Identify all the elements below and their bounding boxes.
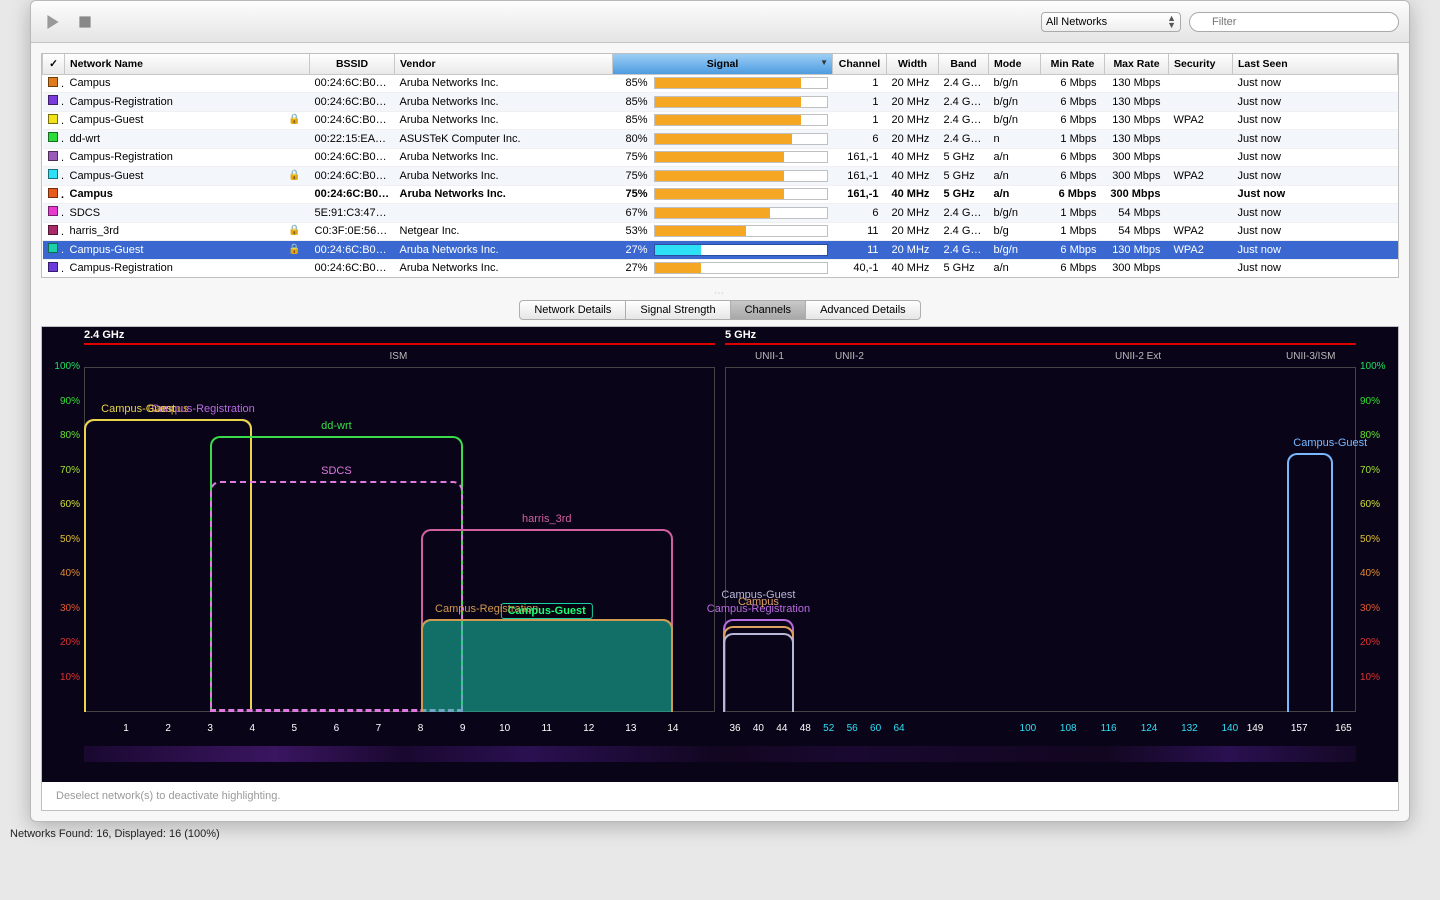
col-header[interactable]: Band <box>939 54 989 74</box>
band-label-24: 2.4 GHz <box>84 329 124 341</box>
lock-icon: 🔒 <box>288 244 300 255</box>
detail-tabs: Network DetailsSignal StrengthChannelsAd… <box>31 300 1409 320</box>
table-row[interactable]: ✓harris_3rd🔒C0:3F:0E:56…Netgear Inc.53%1… <box>43 222 1398 241</box>
table-row[interactable]: ✓Campus-Registration00:24:6C:B0…Aruba Ne… <box>43 93 1398 112</box>
network-table: ✓Network NameBSSIDVendorSignalChannelWid… <box>41 53 1399 278</box>
col-header[interactable]: ✓ <box>43 54 65 74</box>
network-scope-label: All Networks <box>1046 16 1107 28</box>
col-header[interactable]: Network Name <box>65 54 310 74</box>
col-header[interactable]: Last Seen <box>1233 54 1398 74</box>
table-row[interactable]: ✓Campus-Guest🔒00:24:6C:B0…Aruba Networks… <box>43 241 1398 260</box>
col-header[interactable]: Signal <box>613 54 833 74</box>
col-header[interactable]: Security <box>1169 54 1233 74</box>
status-bar: Networks Found: 16, Displayed: 16 (100%) <box>0 822 1440 846</box>
table-row[interactable]: ✓Campus-Registration00:24:6C:B0…Aruba Ne… <box>43 148 1398 167</box>
table-row[interactable]: ✓Campus-Guest🔒00:24:6C:B0…Aruba Networks… <box>43 111 1398 130</box>
plot-5ghz <box>725 367 1356 712</box>
updown-icon: ▲▼ <box>1167 15 1176 29</box>
lock-icon: 🔒 <box>288 170 300 181</box>
col-header[interactable]: Vendor <box>395 54 613 74</box>
col-header[interactable]: Min Rate <box>1041 54 1105 74</box>
table-row[interactable]: ✓Campus-Guest🔒00:24:6C:B0…Aruba Networks… <box>43 167 1398 186</box>
tab-network-details[interactable]: Network Details <box>519 300 626 320</box>
toolbar: All Networks ▲▼ 🔍 <box>31 1 1409 43</box>
tab-advanced-details[interactable]: Advanced Details <box>806 300 921 320</box>
channel-chart-wrap: 2.4 GHz5 GHzISMUNII-1UNII-2UNII-2 ExtUNI… <box>41 326 1399 811</box>
hump-label: Campus-Guest <box>721 589 795 601</box>
col-header[interactable]: Width <box>887 54 939 74</box>
stop-button[interactable] <box>73 10 97 34</box>
hump-label: SDCS <box>321 465 352 477</box>
hump-label: Campus-Guest <box>1293 437 1367 449</box>
hump-label: dd-wrt <box>321 420 352 432</box>
splitter-handle[interactable]: ⋯ <box>31 288 1409 298</box>
hump-label: harris_3rd <box>522 513 572 525</box>
table-row[interactable]: ✓Campus00:24:6C:B0…Aruba Networks Inc.75… <box>43 185 1398 204</box>
col-header[interactable]: Channel <box>833 54 887 74</box>
col-header[interactable]: BSSID <box>310 54 395 74</box>
spectrum-bar <box>84 746 1356 762</box>
lock-icon: 🔒 <box>288 114 300 125</box>
table-row[interactable]: ✓Campus00:24:6C:B0…Aruba Networks Inc.85… <box>43 74 1398 93</box>
table-row[interactable]: ✓SDCS5E:91:C3:47…67%620 MHz2.4 GHzb/g/n1… <box>43 204 1398 223</box>
channel-hump <box>1287 453 1333 712</box>
filter-input[interactable] <box>1189 12 1399 32</box>
col-header[interactable]: Max Rate <box>1105 54 1169 74</box>
channel-hump <box>421 619 673 712</box>
play-button[interactable] <box>41 10 65 34</box>
network-scope-select[interactable]: All Networks ▲▼ <box>1041 12 1181 32</box>
chart-hint: Deselect network(s) to deactivate highli… <box>42 782 1398 810</box>
app-window: All Networks ▲▼ 🔍 ✓Network NameBSSIDVend… <box>30 0 1410 822</box>
tab-channels[interactable]: Channels <box>731 300 806 320</box>
table-row[interactable]: ✓dd-wrt00:22:15:EA…ASUSTeK Computer Inc.… <box>43 130 1398 149</box>
table-row[interactable]: ✓Campus-Registration00:24:6C:B0…Aruba Ne… <box>43 278 1398 279</box>
tab-signal-strength[interactable]: Signal Strength <box>626 300 730 320</box>
channel-hump <box>723 633 794 712</box>
channel-chart[interactable]: 2.4 GHz5 GHzISMUNII-1UNII-2UNII-2 ExtUNI… <box>42 327 1398 782</box>
col-header[interactable]: Mode <box>989 54 1041 74</box>
lock-icon: 🔒 <box>288 225 300 236</box>
hump-label: Campus-Registration <box>435 603 538 615</box>
hump-label: Campus-Guest <box>101 403 175 415</box>
band-label-5: 5 GHz <box>725 329 756 341</box>
table-row[interactable]: ✓Campus-Registration00:24:6C:B0…Aruba Ne… <box>43 259 1398 278</box>
